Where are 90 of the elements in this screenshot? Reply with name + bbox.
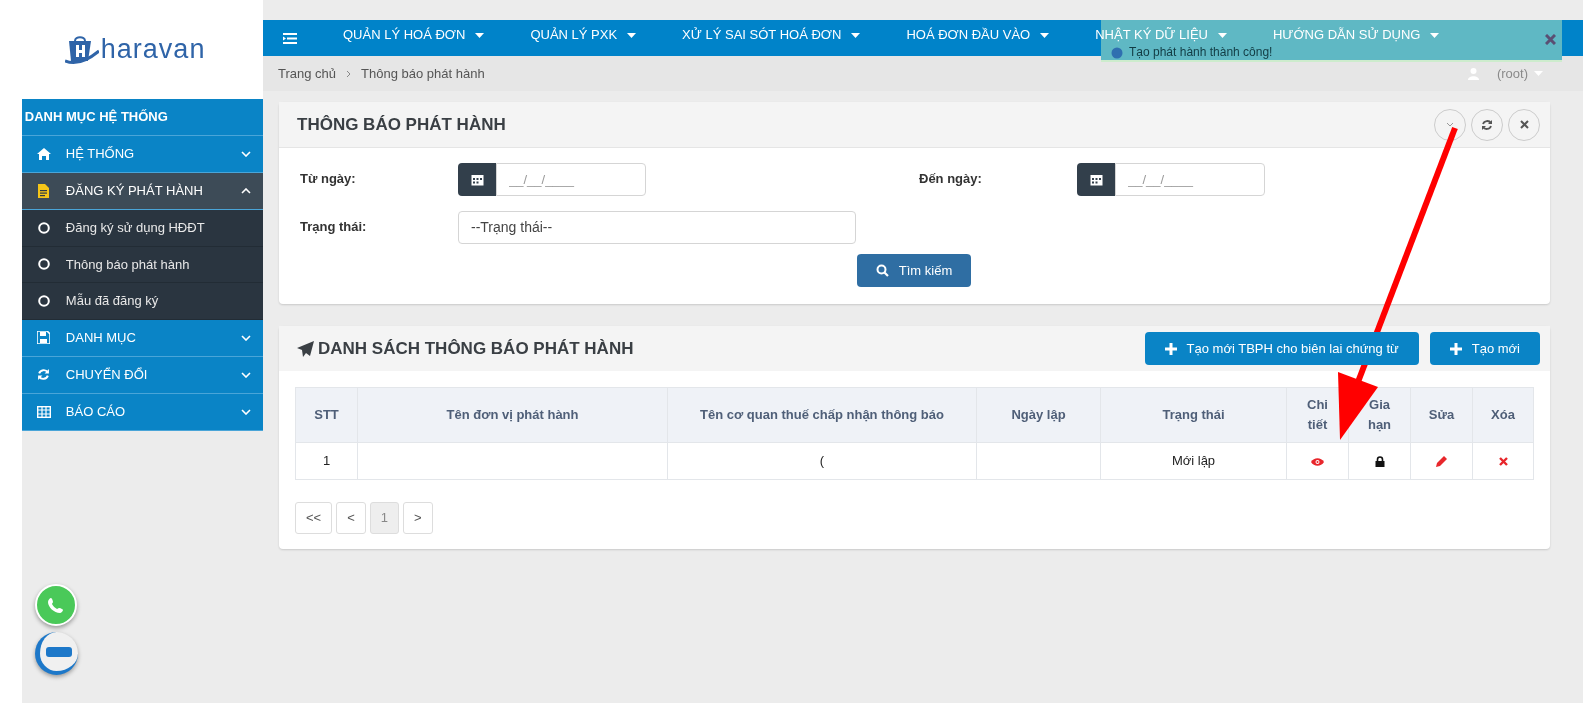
table-cell: Mới lập bbox=[1171, 453, 1216, 469]
nav-menu-item[interactable]: QUẢN LÝ HOÁ ĐƠN bbox=[343, 28, 485, 42]
search-button[interactable]: Tìm kiếm bbox=[857, 254, 971, 287]
chevron-down-icon bbox=[241, 334, 251, 341]
sidebar-item[interactable]: HỆ THỐNG bbox=[21, 136, 263, 173]
sidebar-item[interactable]: ĐĂNG KÝ PHÁT HÀNH bbox=[21, 173, 263, 210]
chevron-down-icon bbox=[1446, 122, 1454, 127]
nav-menu-item[interactable]: QUẢN LÝ PXK bbox=[530, 28, 637, 42]
caret-icon bbox=[1430, 32, 1440, 38]
document-icon bbox=[38, 184, 50, 198]
create-button[interactable]: Tạo mới bbox=[1429, 332, 1540, 365]
breadcrumb-current: Thông báo phát hành bbox=[361, 64, 485, 83]
field-label: Từ ngày: bbox=[300, 170, 356, 188]
sidebar-item-label: BÁO CÁO bbox=[65, 402, 127, 421]
refresh-icon bbox=[37, 368, 51, 381]
lock-icon[interactable] bbox=[1374, 456, 1385, 468]
caret-icon bbox=[1534, 71, 1543, 76]
panel-title: THÔNG BÁO PHÁT HÀNH bbox=[297, 113, 507, 136]
sidebar-item[interactable]: BÁO CÁO bbox=[21, 393, 263, 431]
table-icon bbox=[36, 405, 51, 418]
calendar-icon bbox=[1089, 173, 1103, 186]
chevron-right-icon bbox=[346, 69, 352, 78]
page-button[interactable]: << bbox=[295, 502, 333, 534]
delete-icon[interactable] bbox=[1498, 457, 1508, 467]
plus-icon bbox=[1164, 342, 1177, 355]
page-button[interactable]: > bbox=[403, 502, 433, 534]
page-button[interactable]: 1 bbox=[369, 502, 399, 534]
user-icon bbox=[1467, 67, 1479, 80]
logo-icon bbox=[64, 34, 99, 65]
menu-icon[interactable] bbox=[283, 32, 297, 44]
home-icon bbox=[36, 148, 51, 160]
paper-plane-icon bbox=[297, 340, 314, 357]
chevron-down-icon bbox=[241, 151, 251, 157]
sidebar-item-label: ĐĂNG KÝ PHÁT HÀNH bbox=[65, 182, 204, 201]
caret-icon bbox=[851, 32, 861, 38]
eye-icon[interactable] bbox=[1311, 457, 1324, 466]
sidebar-item-label: DANH MỤC bbox=[65, 328, 137, 347]
calendar-icon bbox=[470, 173, 484, 186]
circle-icon bbox=[37, 221, 50, 234]
column-header: Tên cơ quan thuế chấp nhận thông báo bbox=[667, 387, 977, 443]
refresh-icon bbox=[1481, 118, 1493, 131]
column-header: STT bbox=[295, 387, 358, 443]
sidebar-item-label: HỆ THỐNG bbox=[65, 145, 136, 164]
table-cell: 1 bbox=[322, 453, 331, 469]
calendar-button[interactable] bbox=[458, 163, 496, 196]
circle-icon bbox=[37, 294, 50, 307]
sidebar-title: DANH MỤC HỆ THỐNG bbox=[21, 99, 263, 136]
sidebar-item[interactable]: CHUYỂN ĐỔI bbox=[21, 356, 263, 394]
circle-icon bbox=[37, 258, 50, 271]
panel-title: DANH SÁCH THÔNG BÁO PHÁT HÀNH bbox=[318, 337, 635, 360]
info-icon bbox=[1111, 47, 1123, 59]
column-header: Tên đơn vị phát hành bbox=[357, 387, 668, 443]
chevron-up-icon bbox=[241, 188, 251, 194]
status-select[interactable]: --Trạng thái-- bbox=[458, 211, 856, 244]
column-header: Ngày lập bbox=[976, 387, 1101, 443]
table-cell: ( bbox=[819, 453, 825, 469]
caret-icon bbox=[627, 32, 637, 38]
create-button[interactable]: Tạo mới TBPH cho biên lai chứng từ bbox=[1144, 332, 1419, 365]
chevron-down-icon bbox=[241, 371, 251, 378]
column-header: Trạng thái bbox=[1100, 387, 1287, 443]
date-field[interactable]: __/__/____ bbox=[1115, 163, 1265, 196]
close-icon bbox=[1519, 120, 1529, 129]
plus-icon bbox=[1449, 342, 1462, 355]
sidebar-subitem[interactable]: Đăng ký sử dụng HĐĐT bbox=[21, 210, 263, 247]
search-icon bbox=[875, 264, 889, 277]
user-menu[interactable]: (root) bbox=[1496, 63, 1543, 84]
caret-icon bbox=[475, 32, 485, 38]
nav-menu-item[interactable]: HƯỚNG DẪN SỬ DỤNG bbox=[1272, 28, 1440, 42]
caret-icon bbox=[1217, 32, 1227, 38]
logo-text: haravan bbox=[100, 33, 206, 67]
sidebar-subitem[interactable]: Thông báo phát hành bbox=[21, 246, 263, 283]
sidebar-item[interactable]: DANH MỤC bbox=[21, 319, 263, 357]
calendar-button[interactable] bbox=[1077, 163, 1115, 196]
column-header: Sửa bbox=[1410, 387, 1473, 443]
toast-message: Tạo phát hành thành công! bbox=[1129, 45, 1273, 59]
breadcrumb-link[interactable]: Trang chủ bbox=[278, 63, 337, 84]
field-label: Đến ngày: bbox=[919, 170, 982, 188]
sidebar-subitem[interactable]: Mẫu đã đăng ký bbox=[21, 283, 263, 320]
date-field[interactable]: __/__/____ bbox=[496, 163, 646, 196]
page-button[interactable]: < bbox=[336, 502, 366, 534]
caret-icon bbox=[1040, 32, 1050, 38]
pencil-icon[interactable] bbox=[1436, 456, 1447, 468]
phone-icon bbox=[46, 595, 66, 615]
nav-menu-item[interactable]: XỬ LÝ SAI SÓT HOÁ ĐƠN bbox=[682, 28, 861, 42]
sidebar-item-label: CHUYỂN ĐỔI bbox=[65, 365, 149, 384]
field-label: Trạng thái: bbox=[300, 218, 367, 236]
nav-menu-item[interactable]: HOÁ ĐƠN ĐẦU VÀO bbox=[906, 28, 1050, 42]
close-icon[interactable] bbox=[1545, 34, 1556, 45]
chevron-down-icon bbox=[241, 408, 251, 415]
column-header: Xóa bbox=[1472, 387, 1534, 443]
